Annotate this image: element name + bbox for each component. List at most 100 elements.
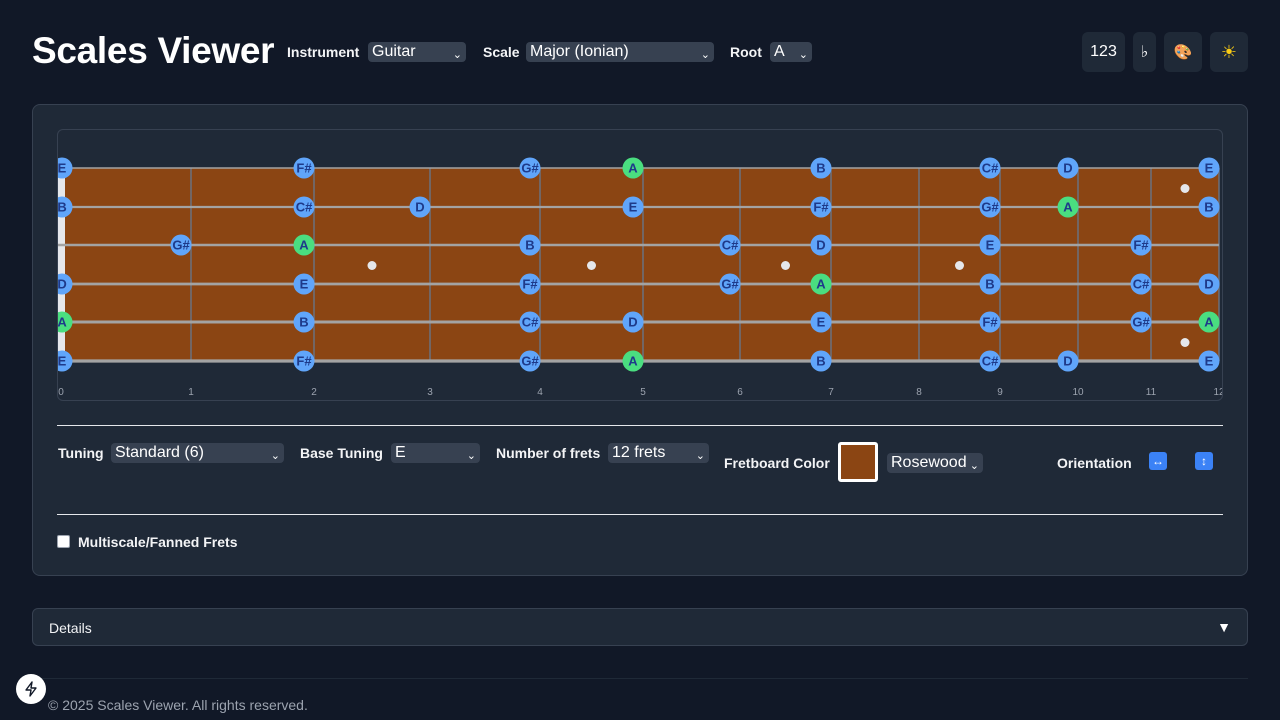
note-label: A [299,238,309,253]
frets-select-value: 12 frets [612,444,666,461]
fretboard: E F# G# A B C# D E B C# D E F# G# A B G# A B C# D E F# D E F# G# A B… [57,129,1223,401]
note-label: B [58,200,67,215]
tuning-label: Tuning [58,445,104,461]
fretboard-color-picker[interactable] [838,442,878,482]
note-label: C# [522,315,539,330]
chevron-down-icon: ⌄ [466,450,476,462]
palette-button[interactable]: 🎨 [1164,32,1202,72]
page-title: Scales Viewer [32,30,275,71]
note-label: B [299,315,308,330]
note-label: D [628,315,637,330]
note-label: B [816,354,825,369]
multiscale-label: Multiscale/Fanned Frets [78,534,238,550]
footer-divider [32,678,1248,679]
note-label: A [1063,200,1073,215]
inlay-dot [955,261,964,270]
note-label: E [1205,354,1214,369]
note-label: A [816,277,826,292]
divider [57,514,1223,515]
note-label: F# [522,277,538,292]
chevron-down-icon: ⌄ [270,450,280,462]
fret-number: 9 [997,387,1003,398]
note-label: F# [1133,238,1149,253]
tuning-select[interactable]: Standard (6) ⌄ [111,443,284,463]
root-label: Root [730,44,762,60]
note-label: B [816,161,825,176]
note-label: E [629,200,638,215]
bolt-button[interactable] [16,674,46,704]
note-label: G# [172,238,190,253]
fretboard-color-label: Fretboard Color [724,455,830,471]
inlay-dot [367,261,377,270]
note-label: D [1204,277,1213,292]
frets-select[interactable]: 12 frets ⌄ [608,443,709,463]
base-tuning-select-value: E [395,444,406,461]
root-select-value: A [774,43,785,60]
note-label: D [58,277,67,292]
theme-toggle-button[interactable]: ☀ [1210,32,1248,72]
fretboard-color-select[interactable]: Rosewood ⌄ [887,453,983,473]
note-label: G# [1132,315,1150,330]
instrument-select-value: Guitar [372,43,416,60]
scale-select[interactable]: Major (Ionian) ⌄ [526,42,714,62]
caret-down-icon: ▼ [1217,619,1231,635]
note-label: G# [981,200,999,215]
flat-button[interactable]: ♭ [1133,32,1156,72]
vertical-orientation-button[interactable]: ↕ [1195,452,1213,470]
note-label: A [628,354,638,369]
inlay-dot [781,261,790,270]
note-label: B [1204,200,1213,215]
note-label: D [1063,354,1072,369]
inlay-dot [1180,338,1190,347]
note-label: C# [296,200,313,215]
note-label: G# [721,277,739,292]
note-label: C# [982,161,999,176]
note-label: B [985,277,994,292]
instrument-label: Instrument [287,44,360,60]
instrument-select[interactable]: Guitar ⌄ [368,42,466,62]
fret-number: 1 [188,387,194,398]
note-label: F# [296,354,312,369]
fret-number: 3 [427,387,433,398]
palette-icon: 🎨 [1173,44,1193,61]
flat-icon: ♭ [1140,44,1149,61]
note-label: A [58,315,67,330]
fret-number: 0 [58,387,64,398]
note-label: F# [982,315,998,330]
fret-number: 6 [737,387,743,398]
fret-number: 12 [1213,387,1223,398]
footer-copyright: © 2025 Scales Viewer. All rights reserve… [48,697,308,713]
note-label: G# [521,354,539,369]
fretboard-canvas: E F# G# A B C# D E B C# D E F# G# A B G# A B C# D E F# D E F# G# A B… [58,157,1223,398]
fretboard-color-select-value: Rosewood [891,454,967,471]
fret-number: 4 [537,387,543,398]
horizontal-orientation-button[interactable]: ↔ [1149,452,1167,470]
fret-number: 2 [311,387,317,398]
details-label: Details [49,620,92,636]
note-label: C# [722,238,739,253]
note-label: E [817,315,826,330]
arrows-horizontal-icon: ↔ [1152,454,1164,468]
note-label: E [986,238,995,253]
base-tuning-select[interactable]: E ⌄ [391,443,480,463]
chevron-down-icon: ⌄ [700,49,710,61]
chevron-down-icon: ⌄ [452,49,462,61]
fretboard-panel: E F# G# A B C# D E B C# D E F# G# A B G# A B C# D E F# D E F# G# A B… [32,104,1248,576]
chevron-down-icon: ⌄ [798,49,808,61]
note-label: F# [296,161,312,176]
note-label: B [525,238,534,253]
fret-number: 8 [916,387,922,398]
root-select[interactable]: A ⌄ [770,42,812,62]
details-accordion[interactable]: Details ▼ [32,608,1248,646]
note-label: E [58,161,67,176]
note-label: D [415,200,424,215]
note-label: F# [813,200,829,215]
bolt-icon [25,681,37,697]
frets-label: Number of frets [496,445,601,461]
arrows-vertical-icon: ↕ [1201,454,1207,468]
note-label: D [816,238,825,253]
multiscale-checkbox[interactable] [57,535,70,548]
numbers-button[interactable]: 123 [1082,32,1125,72]
inlay-dot [1180,184,1190,193]
chevron-down-icon: ⌄ [969,460,979,472]
